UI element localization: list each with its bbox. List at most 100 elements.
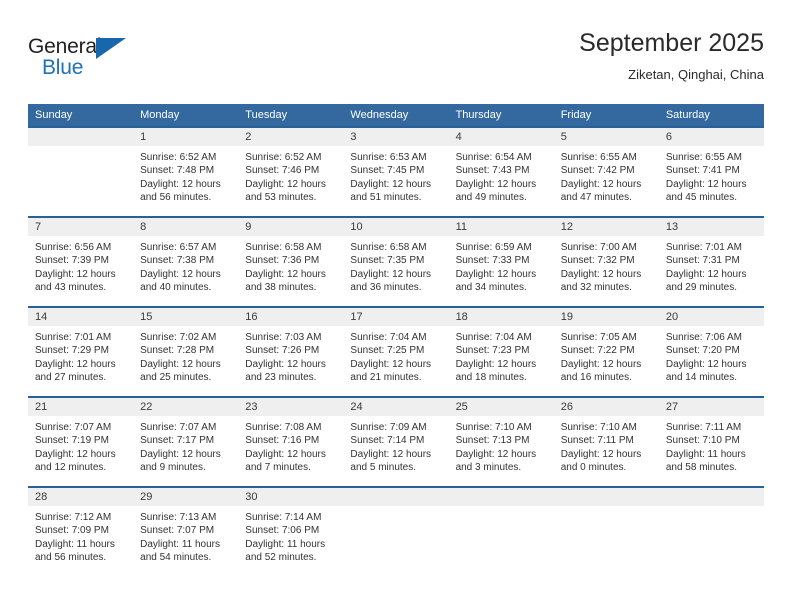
day-sun-info: Sunrise: 6:56 AM Sunset: 7:39 PM Daylight:… [28,236,133,295]
calendar-day-cell[interactable]: 6 Sunrise: 6:55 AM Sunset: 7:41 PM Daylight… [658,126,764,217]
calendar-day-cell[interactable]: 18 Sunrise: 7:04 AM Sunset: 7:23 PM Dayligh… [448,306,554,397]
logo-text-general: General [28,35,102,58]
calendar-day-cell[interactable]: 29 Sunrise: 7:13 AM Sunset: 7:07 PM Dayligh… [133,486,239,576]
calendar-day-cell[interactable]: 21 Sunrise: 7:07 AM Sunset: 7:19 PM Dayligh… [28,396,134,487]
day-sunrise-text: Sunrise: 7:07 AM [140,422,217,433]
day-daylight2-text: and 16 minutes. [560,372,632,384]
day-sunrise-text: Sunrise: 7:08 AM [245,422,322,433]
day-sunrise-text: Sunrise: 6:55 AM [665,152,742,163]
day-cell-inner: 3 Sunrise: 6:53 AM Sunset: 7:45 PM Daylight… [343,128,449,216]
calendar-day-cell[interactable]: 11 Sunrise: 6:59 AM Sunset: 7:33 PM Dayligh… [448,216,554,307]
calendar-day-cell[interactable]: 14 Sunrise: 7:01 AM Sunset: 7:29 PM Dayligh… [28,306,134,397]
day-number: 24 [343,398,449,416]
day-number [658,488,764,506]
day-sun-info: Sunrise: 7:12 AM Sunset: 7:09 PM Daylight:… [28,506,133,565]
day-daylight2-text: and 45 minutes. [665,192,738,204]
calendar-day-cell[interactable]: 28 Sunrise: 7:12 AM Sunset: 7:09 PM Dayligh… [28,486,134,576]
calendar-page: General Blue September 2025 Ziketan, Qin… [0,0,792,612]
calendar-day-cell[interactable]: 20 Sunrise: 7:06 AM Sunset: 7:20 PM Dayligh… [658,306,764,397]
day-cell-inner: 15 Sunrise: 7:02 AM Sunset: 7:28 PM Dayligh… [133,308,239,396]
day-daylight1-text: Daylight: 12 hours [245,358,326,370]
calendar-day-cell[interactable]: 27 Sunrise: 7:11 AM Sunset: 7:10 PM Dayligh… [658,396,764,487]
day-sunset-text: Sunset: 7:19 PM [35,435,109,447]
calendar-day-cell[interactable]: 30 Sunrise: 7:14 AM Sunset: 7:06 PM Dayligh… [238,486,344,576]
weekday-header-sunday: Sunday [28,104,134,127]
day-sunrise-text: Sunrise: 7:04 AM [350,332,427,343]
day-daylight1-text: Daylight: 11 hours [140,538,220,550]
day-daylight1-text: Daylight: 12 hours [455,178,537,190]
calendar-day-cell[interactable]: 17 Sunrise: 7:04 AM Sunset: 7:25 PM Dayligh… [343,306,449,397]
day-daylight2-text: and 58 minutes. [665,462,738,474]
day-daylight1-text: Daylight: 12 hours [350,448,432,460]
calendar-day-cell[interactable]: 10 Sunrise: 6:58 AM Sunset: 7:35 PM Dayligh… [343,216,449,307]
calendar-week-row: 14 Sunrise: 7:01 AM Sunset: 7:29 PM Dayligh… [28,306,764,397]
calendar-day-cell[interactable]: 4 Sunrise: 6:54 AM Sunset: 7:43 PM Daylight… [448,126,554,217]
day-daylight1-text: Daylight: 12 hours [665,268,747,280]
day-sunset-text: Sunset: 7:09 PM [35,525,109,537]
day-daylight1-text: Daylight: 12 hours [560,178,642,190]
day-cell-inner [553,488,659,576]
page-header: General Blue September 2025 Ziketan, Qin… [28,28,764,90]
day-cell-inner: 21 Sunrise: 7:07 AM Sunset: 7:19 PM Dayligh… [28,398,134,486]
calendar-day-cell[interactable]: 26 Sunrise: 7:10 AM Sunset: 7:11 PM Dayligh… [553,396,659,487]
calendar-day-cell[interactable]: 24 Sunrise: 7:09 AM Sunset: 7:14 PM Dayligh… [343,396,449,487]
day-number [28,128,134,146]
day-daylight2-text: and 0 minutes. [560,462,627,474]
calendar-day-cell[interactable]: 3 Sunrise: 6:53 AM Sunset: 7:45 PM Daylight… [343,126,449,217]
day-daylight2-text: and 14 minutes. [665,372,738,384]
day-number: 26 [553,398,659,416]
day-sun-info: Sunrise: 7:02 AM Sunset: 7:28 PM Daylight:… [133,326,238,385]
calendar-day-cell[interactable]: 25 Sunrise: 7:10 AM Sunset: 7:13 PM Dayligh… [448,396,554,487]
day-sunset-text: Sunset: 7:25 PM [350,345,425,357]
day-cell-inner [28,128,134,216]
calendar-day-cell[interactable]: 13 Sunrise: 7:01 AM Sunset: 7:31 PM Dayligh… [658,216,764,307]
calendar-day-cell[interactable]: 22 Sunrise: 7:07 AM Sunset: 7:17 PM Dayligh… [133,396,239,487]
day-sunrise-text: Sunrise: 7:03 AM [245,332,322,343]
general-blue-logo[interactable]: General Blue [28,36,148,84]
day-number: 9 [238,218,344,236]
day-number: 14 [28,308,134,326]
calendar-day-cell[interactable]: 9 Sunrise: 6:58 AM Sunset: 7:36 PM Daylight… [238,216,344,307]
day-number: 12 [553,218,659,236]
day-sun-info [554,506,659,511]
day-sunrise-text: Sunrise: 7:12 AM [35,512,112,523]
day-sunset-text: Sunset: 7:14 PM [350,435,425,447]
day-sunset-text: Sunset: 7:13 PM [455,435,530,447]
day-daylight2-text: and 43 minutes. [35,282,107,294]
calendar-day-cell[interactable]: 15 Sunrise: 7:02 AM Sunset: 7:28 PM Dayligh… [133,306,239,397]
day-cell-inner: 6 Sunrise: 6:55 AM Sunset: 7:41 PM Daylight… [658,128,764,216]
day-sunrise-text: Sunrise: 7:13 AM [140,512,217,523]
day-sunset-text: Sunset: 7:31 PM [665,255,740,267]
calendar-day-cell[interactable]: 8 Sunrise: 6:57 AM Sunset: 7:38 PM Daylight… [133,216,239,307]
calendar-day-cell[interactable]: 5 Sunrise: 6:55 AM Sunset: 7:42 PM Daylight… [553,126,659,217]
day-sun-info: Sunrise: 7:14 AM Sunset: 7:06 PM Daylight:… [238,506,343,565]
day-number: 1 [133,128,239,146]
day-sunset-text: Sunset: 7:39 PM [35,255,109,267]
calendar-day-cell[interactable]: 23 Sunrise: 7:08 AM Sunset: 7:16 PM Dayligh… [238,396,344,487]
calendar-day-cell[interactable]: 2 Sunrise: 6:52 AM Sunset: 7:46 PM Daylight… [238,126,344,217]
day-sun-info: Sunrise: 7:01 AM Sunset: 7:31 PM Daylight:… [659,236,764,295]
day-sunrise-text: Sunrise: 7:07 AM [35,422,112,433]
page-title: September 2025 [579,29,764,57]
calendar-day-cell [553,486,659,576]
day-sunset-text: Sunset: 7:20 PM [665,345,740,357]
weekday-header-saturday: Saturday [658,104,764,127]
day-daylight1-text: Daylight: 12 hours [245,178,326,190]
day-daylight1-text: Daylight: 11 hours [245,538,326,550]
day-number: 8 [133,218,239,236]
day-daylight1-text: Daylight: 12 hours [245,448,326,460]
day-sun-info: Sunrise: 7:07 AM Sunset: 7:19 PM Daylight:… [28,416,133,475]
day-sun-info: Sunrise: 6:52 AM Sunset: 7:46 PM Daylight:… [238,146,343,205]
day-daylight2-text: and 21 minutes. [350,372,422,384]
calendar-day-cell[interactable]: 19 Sunrise: 7:05 AM Sunset: 7:22 PM Dayligh… [553,306,659,397]
calendar-day-cell[interactable]: 7 Sunrise: 6:56 AM Sunset: 7:39 PM Daylight… [28,216,134,307]
calendar-day-cell[interactable]: 16 Sunrise: 7:03 AM Sunset: 7:26 PM Dayligh… [238,306,344,397]
calendar-day-cell[interactable]: 1 Sunrise: 6:52 AM Sunset: 7:48 PM Daylight… [133,126,239,217]
day-sunset-text: Sunset: 7:42 PM [560,165,635,177]
day-sun-info [28,146,133,151]
calendar-day-cell[interactable]: 12 Sunrise: 7:00 AM Sunset: 7:32 PM Dayligh… [553,216,659,307]
day-daylight2-text: and 53 minutes. [245,192,317,204]
day-daylight1-text: Daylight: 11 hours [665,448,746,460]
day-daylight2-text: and 40 minutes. [140,282,212,294]
day-daylight1-text: Daylight: 12 hours [140,268,221,280]
